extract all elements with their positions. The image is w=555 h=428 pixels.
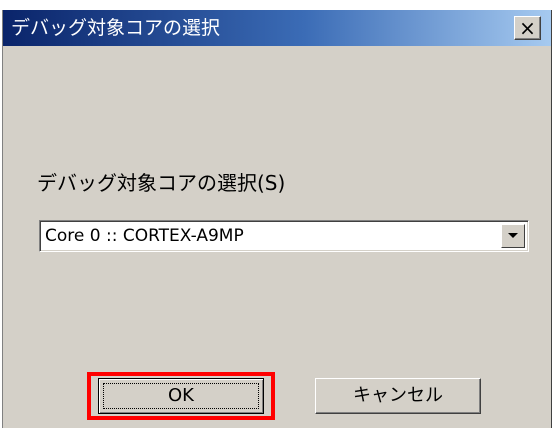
close-button[interactable]: × [514,16,541,40]
dropdown-arrow-button[interactable] [501,224,525,248]
cancel-button-label: キャンセル [353,385,443,406]
close-icon: × [519,16,536,40]
cancel-button[interactable]: キャンセル [315,378,481,414]
core-select-value: Core 0 :: CORTEX-A9MP [45,226,244,246]
title-bar[interactable]: デバッグ対象コアの選択 × [3,10,551,46]
dialog-title: デバッグ対象コアの選択 [11,17,221,39]
chevron-down-icon [508,233,518,238]
dialog-window: デバッグ対象コアの選択 × デバッグ対象コアの選択(S) Core 0 :: C… [2,10,552,428]
core-select-label: デバッグ対象コアの選択(S) [37,171,286,195]
ok-button-label: OK [168,385,194,406]
core-select-dropdown[interactable]: Core 0 :: CORTEX-A9MP [39,220,529,252]
ok-button[interactable]: OK [98,378,264,414]
